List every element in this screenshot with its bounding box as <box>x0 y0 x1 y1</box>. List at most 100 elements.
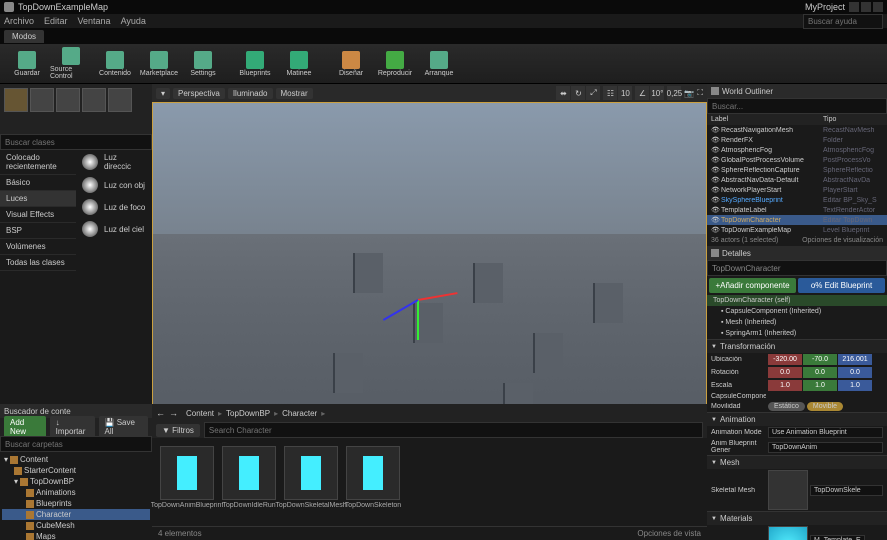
cat-reciente[interactable]: Colocado recientemente <box>0 150 76 175</box>
details-actor-name[interactable] <box>707 260 887 276</box>
minimize-icon[interactable] <box>849 2 859 12</box>
cb-view-options[interactable]: Opciones de vista <box>637 529 701 538</box>
outliner-view-options[interactable]: Opciones de visualización <box>802 237 883 244</box>
scale-gizmo-icon[interactable]: ⤢ <box>586 86 600 100</box>
viewport-perspective[interactable]: Perspectiva <box>173 88 225 99</box>
search-help-input[interactable] <box>803 14 883 29</box>
mode-paint-icon[interactable] <box>30 88 54 112</box>
outliner-row[interactable]: 👁SphereReflectionCaptureSphereReflectio <box>707 165 887 175</box>
mobility-movable[interactable]: Movible <box>807 402 843 411</box>
build-button[interactable]: Diseñar <box>330 46 372 82</box>
loc-x[interactable]: -320.00 <box>768 354 802 365</box>
anim-mode-combo[interactable]: Use Animation Blueprint <box>768 427 883 438</box>
asset-item[interactable]: TopDownSkeletalMesh <box>284 446 338 509</box>
section-materials[interactable]: Materials <box>707 512 887 525</box>
search-classes-input[interactable] <box>0 134 152 150</box>
outliner-row[interactable]: 👁RecastNavigationMeshRecastNavMesh <box>707 125 887 135</box>
scale-x[interactable]: 1.0 <box>768 380 802 391</box>
tree-character[interactable]: Character <box>2 509 150 520</box>
grid-snap-value[interactable]: 10 <box>618 86 632 100</box>
loc-y[interactable]: -70.0 <box>803 354 837 365</box>
viewport-show[interactable]: Mostrar <box>276 88 313 99</box>
import-button[interactable]: ↓ Importar <box>50 416 95 438</box>
rot-y[interactable]: 0.0 <box>803 367 837 378</box>
transform-gizmo[interactable] <box>418 299 420 301</box>
component-root[interactable]: TopDownCharacter (self) <box>707 295 887 306</box>
mode-foliage-icon[interactable] <box>82 88 106 112</box>
close-icon[interactable] <box>873 2 883 12</box>
outliner-row[interactable]: 👁AtmosphericFogAtmosphericFog <box>707 145 887 155</box>
outliner-row[interactable]: 👁TemplateLabelTextRenderActor <box>707 205 887 215</box>
mobility-static[interactable]: Estático <box>768 402 805 411</box>
visibility-icon[interactable]: 👁 <box>711 166 719 174</box>
asset-item[interactable]: TopDownIdleRun <box>222 446 276 509</box>
section-mesh[interactable]: Mesh <box>707 456 887 469</box>
visibility-icon[interactable]: 👁 <box>711 156 719 164</box>
save-all-button[interactable]: 💾 Save All <box>99 416 149 438</box>
add-new-button[interactable]: Add New <box>4 416 46 438</box>
scale-z[interactable]: 1.0 <box>838 380 872 391</box>
cb-search-assets[interactable] <box>204 422 703 438</box>
tree-cube[interactable]: CubeMesh <box>2 520 150 531</box>
outliner-col-type[interactable]: Tipo <box>823 116 883 123</box>
outliner-row[interactable]: 👁NetworkPlayerStartPlayerStart <box>707 185 887 195</box>
maximize-icon[interactable] <box>861 2 871 12</box>
outliner-row[interactable]: 👁TopDownExampleMapLevel Blueprint <box>707 225 887 235</box>
cat-volumenes[interactable]: Volúmenes <box>0 239 76 255</box>
crumb-content[interactable]: Content <box>186 409 214 418</box>
play-button[interactable]: Reproducir <box>374 46 416 82</box>
scale-snap-value[interactable]: 0,25 <box>667 86 681 100</box>
menu-editar[interactable]: Editar <box>44 16 68 26</box>
tree-bp[interactable]: Blueprints <box>2 498 150 509</box>
filters-button[interactable]: ▼ Filtros <box>156 424 200 437</box>
tree-starter[interactable]: StarterContent <box>2 465 150 476</box>
cat-bsp[interactable]: BSP <box>0 223 76 239</box>
outliner-col-label[interactable]: Label <box>711 116 823 123</box>
mode-place-icon[interactable] <box>4 88 28 112</box>
outliner-search[interactable] <box>707 98 887 114</box>
outliner-row[interactable]: 👁TopDownCharacterEditar TopDown <box>707 215 887 225</box>
light-directional[interactable]: Luz direccic <box>76 150 152 174</box>
tree-content[interactable]: ▾Content <box>2 454 150 465</box>
outliner-row[interactable]: 👁RenderFXFolder <box>707 135 887 145</box>
visibility-icon[interactable]: 👁 <box>711 206 719 214</box>
launch-button[interactable]: Arranque <box>418 46 460 82</box>
source-control-button[interactable]: Source Control <box>50 46 92 82</box>
cb-search-paths[interactable] <box>0 436 152 452</box>
component-row[interactable]: ▪ SpringArm1 (Inherited) <box>707 328 887 339</box>
cat-todas[interactable]: Todas las clases <box>0 255 76 271</box>
menu-archivo[interactable]: Archivo <box>4 16 34 26</box>
visibility-icon[interactable]: 👁 <box>711 216 719 224</box>
skeletal-mesh-combo[interactable]: TopDownSkele <box>810 485 883 496</box>
nav-back-icon[interactable]: ← <box>156 408 165 418</box>
tree-topdown[interactable]: ▾TopDownBP <box>2 476 150 487</box>
translate-gizmo-icon[interactable]: ⬌ <box>556 86 570 100</box>
skeletal-mesh-thumb[interactable] <box>768 470 808 510</box>
matinee-button[interactable]: Matinee <box>278 46 320 82</box>
loc-z[interactable]: 216.001 <box>838 354 872 365</box>
visibility-icon[interactable]: 👁 <box>711 196 719 204</box>
mode-landscape-icon[interactable] <box>56 88 80 112</box>
grid-snap-icon[interactable]: ☷ <box>603 86 617 100</box>
asset-item[interactable]: TopDownSkeleton <box>346 446 400 509</box>
edit-blueprint-button[interactable]: o% Edit Blueprint <box>798 278 885 293</box>
light-spot[interactable]: Luz de foco <box>76 196 152 218</box>
viewport-options-button[interactable]: ▾ <box>156 88 170 99</box>
menu-ventana[interactable]: Ventana <box>78 16 111 26</box>
light-point[interactable]: Luz con obj <box>76 174 152 196</box>
blueprints-button[interactable]: Blueprints <box>234 46 276 82</box>
viewport-lit[interactable]: Iluminado <box>228 88 273 99</box>
tab-modos[interactable]: Modos <box>4 30 44 43</box>
section-animation[interactable]: Animation <box>707 413 887 426</box>
anim-bp-combo[interactable]: TopDownAnim <box>768 442 883 453</box>
angle-snap-value[interactable]: 10° <box>650 86 664 100</box>
mode-geometry-icon[interactable] <box>108 88 132 112</box>
visibility-icon[interactable]: 👁 <box>711 186 719 194</box>
component-row[interactable]: ▪ CapsuleComponent (Inherited) <box>707 306 887 317</box>
marketplace-button[interactable]: Marketplace <box>138 46 180 82</box>
visibility-icon[interactable]: 👁 <box>711 176 719 184</box>
titlebar-tab[interactable]: TopDownExampleMap <box>18 2 108 12</box>
crumb-topdown[interactable]: TopDownBP <box>226 409 270 418</box>
nav-fwd-icon[interactable]: → <box>169 408 178 418</box>
scale-y[interactable]: 1.0 <box>803 380 837 391</box>
